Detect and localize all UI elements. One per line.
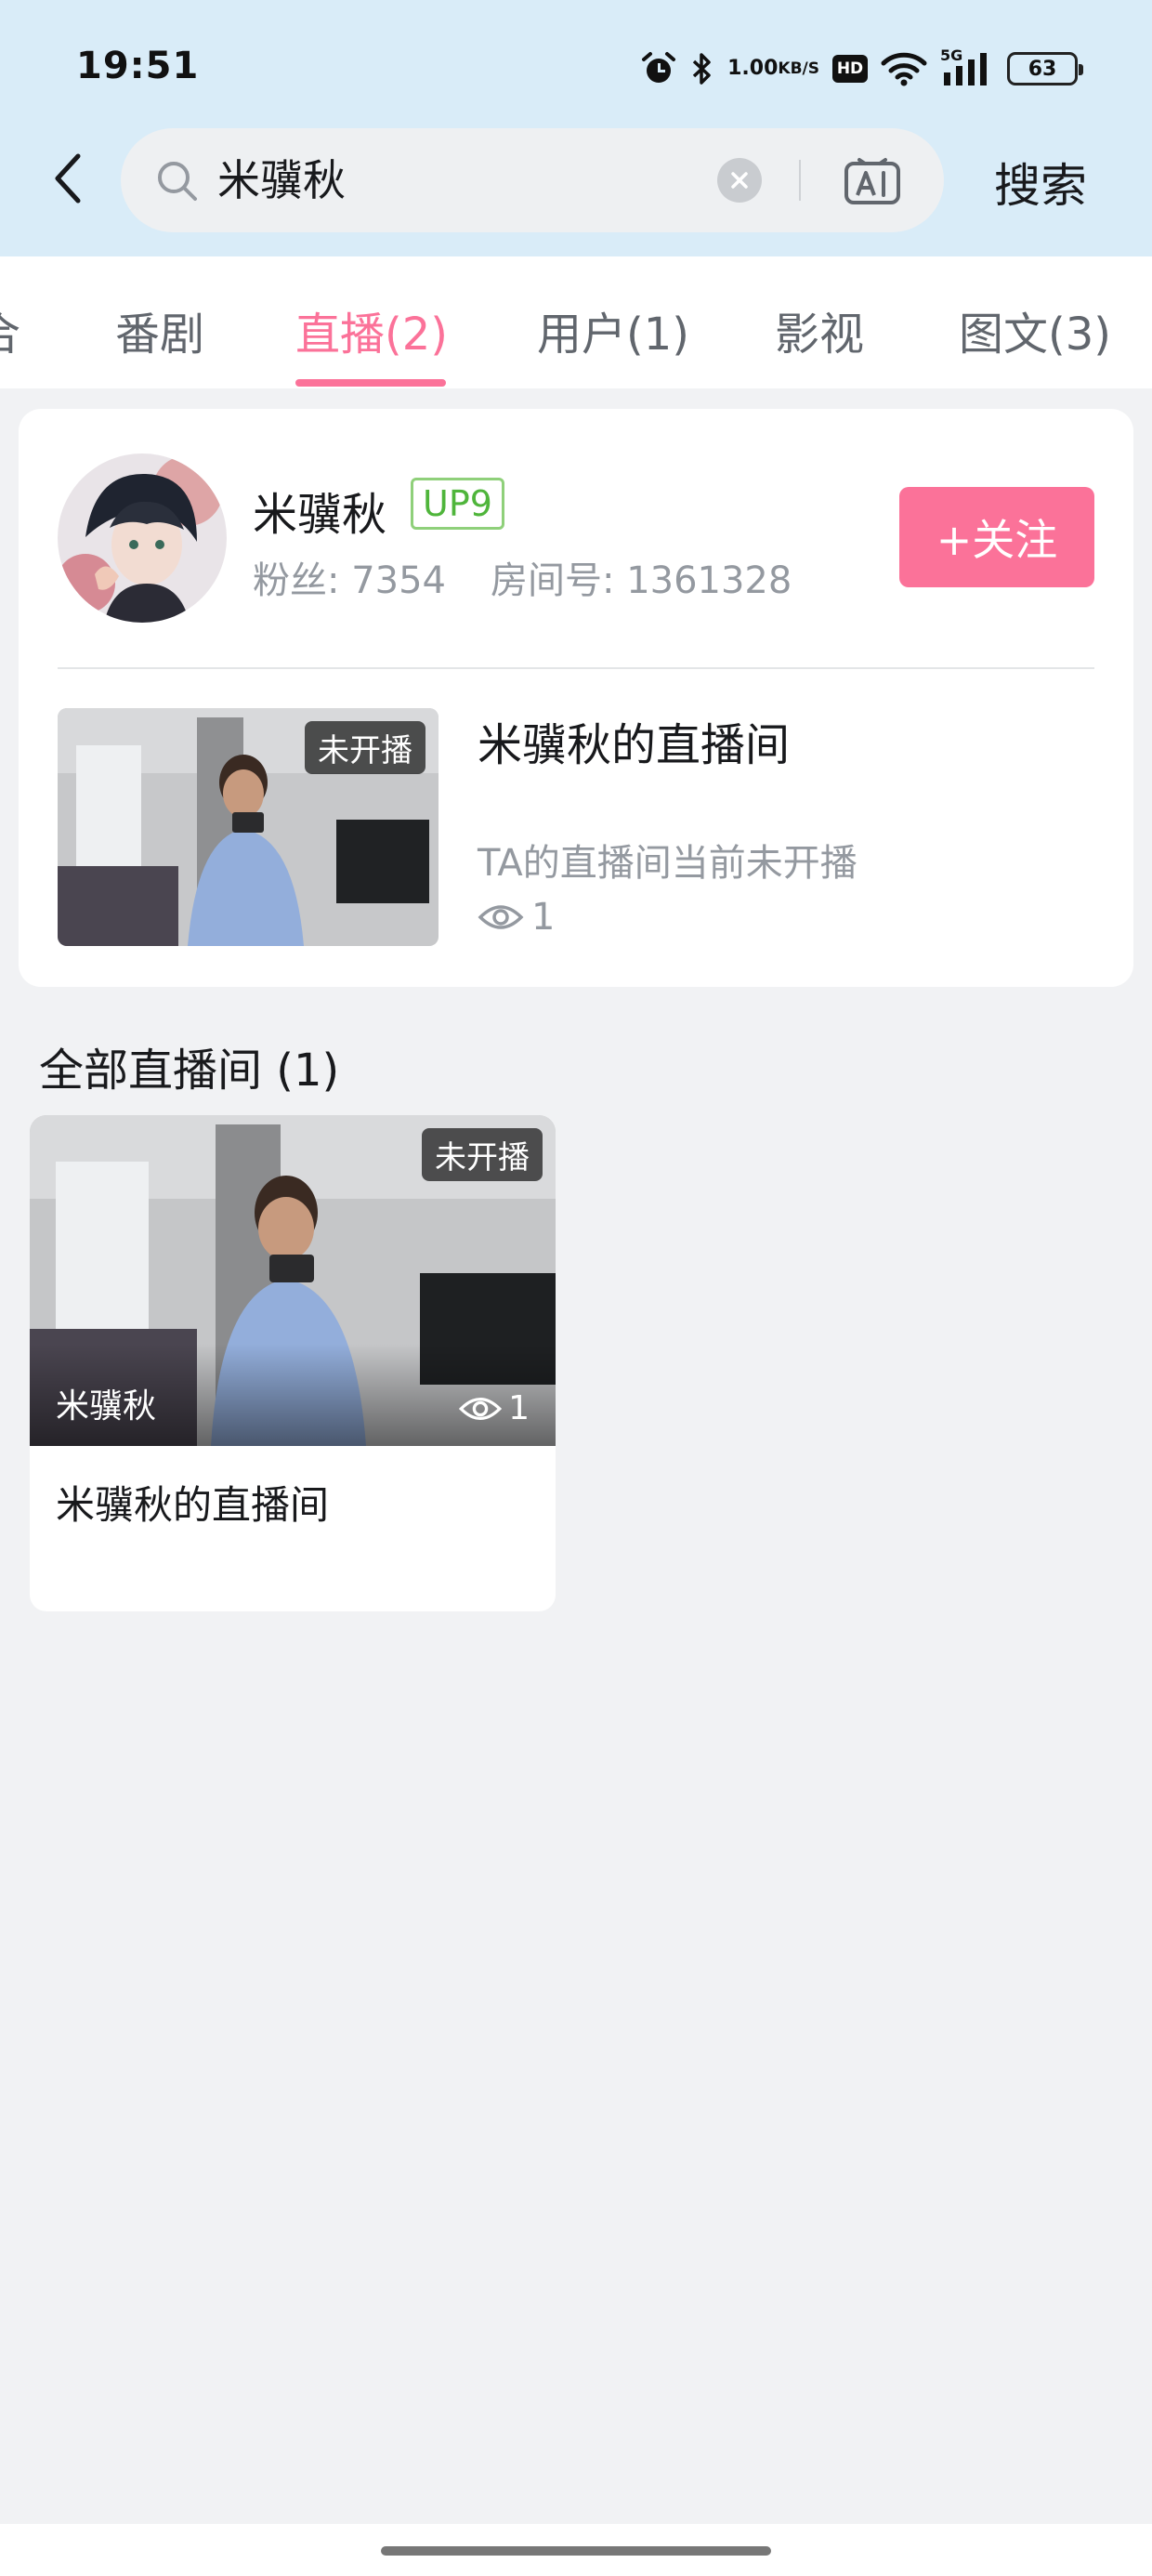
home-indicator[interactable]	[381, 2546, 771, 2556]
chevron-left-icon	[55, 153, 81, 204]
status-time: 19:51	[76, 45, 200, 87]
tab-users[interactable]: 用户(1)	[537, 297, 689, 362]
search-input[interactable]: 米骥秋	[217, 152, 346, 208]
status-badge: 未开播	[305, 721, 425, 774]
live-room-status: TA的直播间当前未开播	[478, 842, 857, 885]
follow-button[interactable]: +关注	[899, 487, 1094, 587]
fans-count: 粉丝: 7354	[253, 559, 446, 602]
room-owner-name: 米骥秋	[56, 1387, 157, 1426]
bluetooth-icon	[690, 50, 714, 87]
room-card-title[interactable]: 米骥秋的直播间	[56, 1474, 329, 1531]
tab-articles[interactable]: 图文(3)	[959, 297, 1111, 362]
search-icon	[154, 158, 201, 208]
live-room-card-thumbnail[interactable]: 未开播 米骥秋 1	[30, 1115, 556, 1446]
search-bar[interactable]: 米骥秋	[121, 128, 944, 232]
user-name[interactable]: 米骥秋	[253, 478, 386, 543]
tab-film[interactable]: 影视	[775, 297, 864, 362]
eye-icon	[478, 905, 524, 929]
tab-comprehensive[interactable]: 合	[0, 297, 20, 362]
ai-search-button[interactable]	[842, 152, 903, 208]
close-icon	[731, 172, 748, 189]
search-divider	[799, 160, 801, 201]
ai-icon	[844, 158, 900, 204]
live-room-card[interactable]: 未开播 米骥秋 1 米骥秋的直播间	[30, 1115, 556, 1611]
status-bar: 19:51 1.00 KB/S HD 5G 63	[0, 0, 1152, 130]
wifi-icon	[881, 50, 927, 87]
top-header: 19:51 1.00 KB/S HD 5G 63 米骥秋 搜索	[0, 0, 1152, 256]
hd-badge: HD	[832, 55, 868, 83]
section-title: 全部直播间 (1)	[39, 1045, 340, 1097]
divider	[58, 667, 1094, 669]
back-button[interactable]	[43, 145, 95, 212]
views-count: 1	[531, 896, 556, 939]
live-room-thumbnail[interactable]: 未开播	[58, 708, 439, 946]
status-badge: 未开播	[422, 1128, 543, 1181]
level-badge: UP9	[411, 478, 504, 530]
room-id: 房间号: 1361328	[491, 559, 792, 602]
cellular-signal-icon: 5G	[940, 46, 994, 87]
avatar[interactable]	[58, 453, 227, 623]
tab-live[interactable]: 直播(2)	[295, 297, 448, 362]
system-nav-bar	[0, 2524, 1152, 2576]
tab-bangumi[interactable]: 番剧	[115, 297, 204, 362]
network-speed: 1.00 KB/S	[727, 57, 819, 80]
clear-search-button[interactable]	[717, 158, 762, 203]
live-room-views: 1	[478, 896, 555, 939]
room-card-views: 1	[458, 1389, 530, 1427]
search-submit-button[interactable]: 搜索	[994, 149, 1087, 216]
result-tabs: 合 番剧 直播(2) 用户(1) 影视 图文(3)	[0, 256, 1152, 388]
eye-icon	[458, 1397, 503, 1420]
status-icons: 1.00 KB/S HD 5G 63	[640, 43, 1083, 95]
live-room-title[interactable]: 米骥秋的直播间	[478, 708, 790, 773]
user-card[interactable]: 米骥秋 UP9 粉丝: 7354 房间号: 1361328 +关注 未开播 米骥…	[19, 409, 1133, 987]
active-tab-indicator	[295, 379, 446, 387]
battery-icon: 63	[1007, 52, 1083, 85]
alarm-icon	[640, 50, 677, 87]
